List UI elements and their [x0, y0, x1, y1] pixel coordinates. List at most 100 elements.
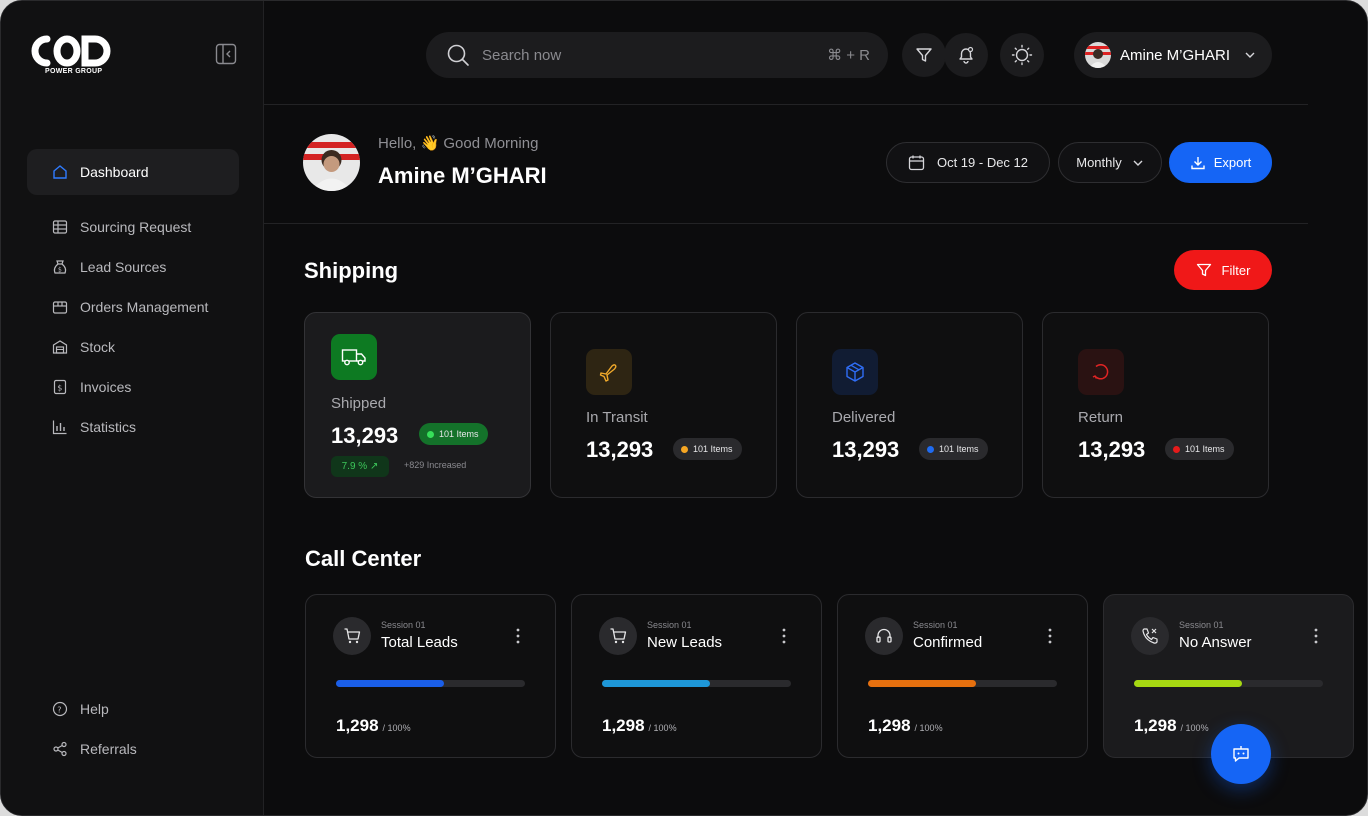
- shipping-card-in-transit[interactable]: In Transit 13,293 101 Items: [550, 312, 777, 498]
- call-card-title: Confirmed: [913, 634, 983, 651]
- sidebar-item-referrals[interactable]: Referrals: [27, 729, 239, 769]
- period-label: Monthly: [1076, 155, 1122, 170]
- header-divider: [264, 104, 1308, 105]
- call-card-new-leads[interactable]: Session 01 New Leads 1,298/ 100%: [571, 594, 822, 758]
- user-menu[interactable]: Amine M’GHARI: [1074, 32, 1272, 78]
- box-icon: [51, 298, 69, 316]
- headset-icon: [865, 617, 903, 655]
- progress-track: [602, 680, 791, 687]
- chevron-down-icon: [1245, 52, 1255, 58]
- items-badge: 101 Items: [419, 423, 488, 445]
- call-card-title: No Answer: [1179, 634, 1252, 651]
- value-number: 1,298: [1134, 716, 1177, 735]
- value-suffix: / 100%: [914, 723, 943, 733]
- sidebar-item-dashboard[interactable]: Dashboard: [27, 149, 239, 195]
- call-card-title: Total Leads: [381, 634, 458, 651]
- search-input[interactable]: Search now: [482, 47, 827, 64]
- export-label: Export: [1213, 155, 1252, 170]
- search-bar[interactable]: Search now ⌘ + R: [426, 32, 888, 78]
- theme-toggle-button[interactable]: [1000, 33, 1044, 77]
- value-suffix: / 100%: [382, 723, 411, 733]
- progress-track: [336, 680, 525, 687]
- more-options-icon[interactable]: [782, 628, 786, 644]
- progress-track: [1134, 680, 1323, 687]
- sidebar-item-stock[interactable]: Stock: [27, 327, 239, 367]
- truck-icon: [331, 334, 377, 380]
- sidebar-item-label: Referrals: [80, 741, 137, 757]
- value-suffix: / 100%: [648, 723, 677, 733]
- sidebar-item-label: Dashboard: [80, 164, 149, 180]
- shipping-card-delivered[interactable]: Delivered 13,293 101 Items: [796, 312, 1023, 498]
- sidebar-item-label: Sourcing Request: [80, 219, 192, 235]
- bar-chart-icon: [51, 418, 69, 436]
- more-options-icon[interactable]: [1048, 628, 1052, 644]
- date-range-label: Oct 19 - Dec 12: [936, 155, 1029, 170]
- session-label: Session 01: [647, 620, 692, 630]
- sidebar-item-lead-sources[interactable]: $ Lead Sources: [27, 247, 239, 287]
- date-range-picker[interactable]: Oct 19 - Dec 12: [886, 142, 1050, 183]
- call-card-total-leads[interactable]: Session 01 Total Leads 1,298/ 100%: [305, 594, 556, 758]
- progress-fill: [868, 680, 976, 687]
- sidebar-item-label: Statistics: [80, 419, 137, 435]
- shipping-filter-button[interactable]: Filter: [1174, 250, 1272, 290]
- profile-avatar: [303, 134, 360, 191]
- shipping-card-value: 13,293: [832, 437, 900, 462]
- sun-icon: [1011, 44, 1033, 66]
- period-select[interactable]: Monthly: [1058, 142, 1162, 183]
- call-card-value: 1,298/ 100%: [1134, 716, 1209, 736]
- shipping-card-shipped[interactable]: Shipped 13,293 101 Items 7.9 % ↗ +829 In…: [304, 312, 531, 498]
- call-card-value: 1,298/ 100%: [336, 716, 411, 736]
- items-count: 101 Items: [693, 444, 733, 454]
- export-button[interactable]: Export: [1169, 142, 1272, 183]
- svg-text:?: ?: [57, 705, 61, 714]
- status-dot: [427, 430, 434, 438]
- chat-support-button[interactable]: [1211, 724, 1271, 784]
- package-icon: [832, 349, 878, 395]
- value-number: 1,298: [336, 716, 379, 735]
- more-options-icon[interactable]: [1314, 628, 1318, 644]
- value-number: 1,298: [868, 716, 911, 735]
- shipping-card-return[interactable]: Return 13,293 101 Items: [1042, 312, 1269, 498]
- status-dot: [927, 445, 934, 453]
- shipping-card-label: In Transit: [586, 409, 648, 426]
- sidebar-item-help[interactable]: ? Help: [27, 689, 239, 729]
- collapse-sidebar-icon[interactable]: [215, 43, 237, 65]
- call-card-title: New Leads: [647, 634, 723, 651]
- status-dot: [681, 445, 688, 453]
- sidebar-item-sourcing-request[interactable]: Sourcing Request: [27, 207, 239, 247]
- user-name: Amine M’GHARI: [1120, 46, 1231, 64]
- progress-fill: [336, 680, 444, 687]
- items-badge: 101 Items: [1165, 438, 1234, 460]
- value-suffix: / 100%: [1180, 723, 1209, 733]
- svg-text:$: $: [57, 384, 62, 393]
- percent-change-badge: 7.9 % ↗: [331, 456, 389, 477]
- chevron-down-icon: [1133, 160, 1143, 166]
- items-badge: 101 Items: [919, 438, 988, 460]
- sidebar-item-statistics[interactable]: Statistics: [27, 407, 239, 447]
- share-icon: [51, 740, 69, 758]
- progress-fill: [1134, 680, 1242, 687]
- dollar-icon: $: [51, 378, 69, 396]
- brand-subtitle: POWER GROUP: [45, 68, 103, 75]
- bell-icon: [959, 46, 974, 64]
- greeting-text: Hello, 👋 Good Morning: [378, 135, 539, 152]
- call-card-value: 1,298/ 100%: [868, 716, 943, 736]
- sidebar-item-orders-management[interactable]: Orders Management: [27, 287, 239, 327]
- more-options-icon[interactable]: [516, 628, 520, 644]
- shipping-card-label: Return: [1078, 409, 1124, 426]
- calendar-icon: [908, 155, 925, 171]
- session-label: Session 01: [381, 620, 426, 630]
- filter-button[interactable]: [902, 33, 946, 77]
- call-card-confirmed[interactable]: Session 01 Confirmed 1,298/ 100%: [837, 594, 1088, 758]
- notifications-button[interactable]: [944, 33, 988, 77]
- items-count: 101 Items: [1185, 444, 1225, 454]
- shipping-card-value: 13,293: [586, 437, 654, 462]
- sidebar: POWER GROUP Dashboard Sourcing Request $…: [1, 1, 264, 815]
- search-icon: [447, 44, 469, 66]
- cart-icon: [333, 617, 371, 655]
- sidebar-item-invoices[interactable]: $ Invoices: [27, 367, 239, 407]
- chat-bot-icon: [1233, 746, 1249, 762]
- shipping-card-value: 13,293: [331, 423, 399, 448]
- sidebar-item-label: Stock: [80, 339, 116, 355]
- sidebar-item-label: Lead Sources: [80, 259, 167, 275]
